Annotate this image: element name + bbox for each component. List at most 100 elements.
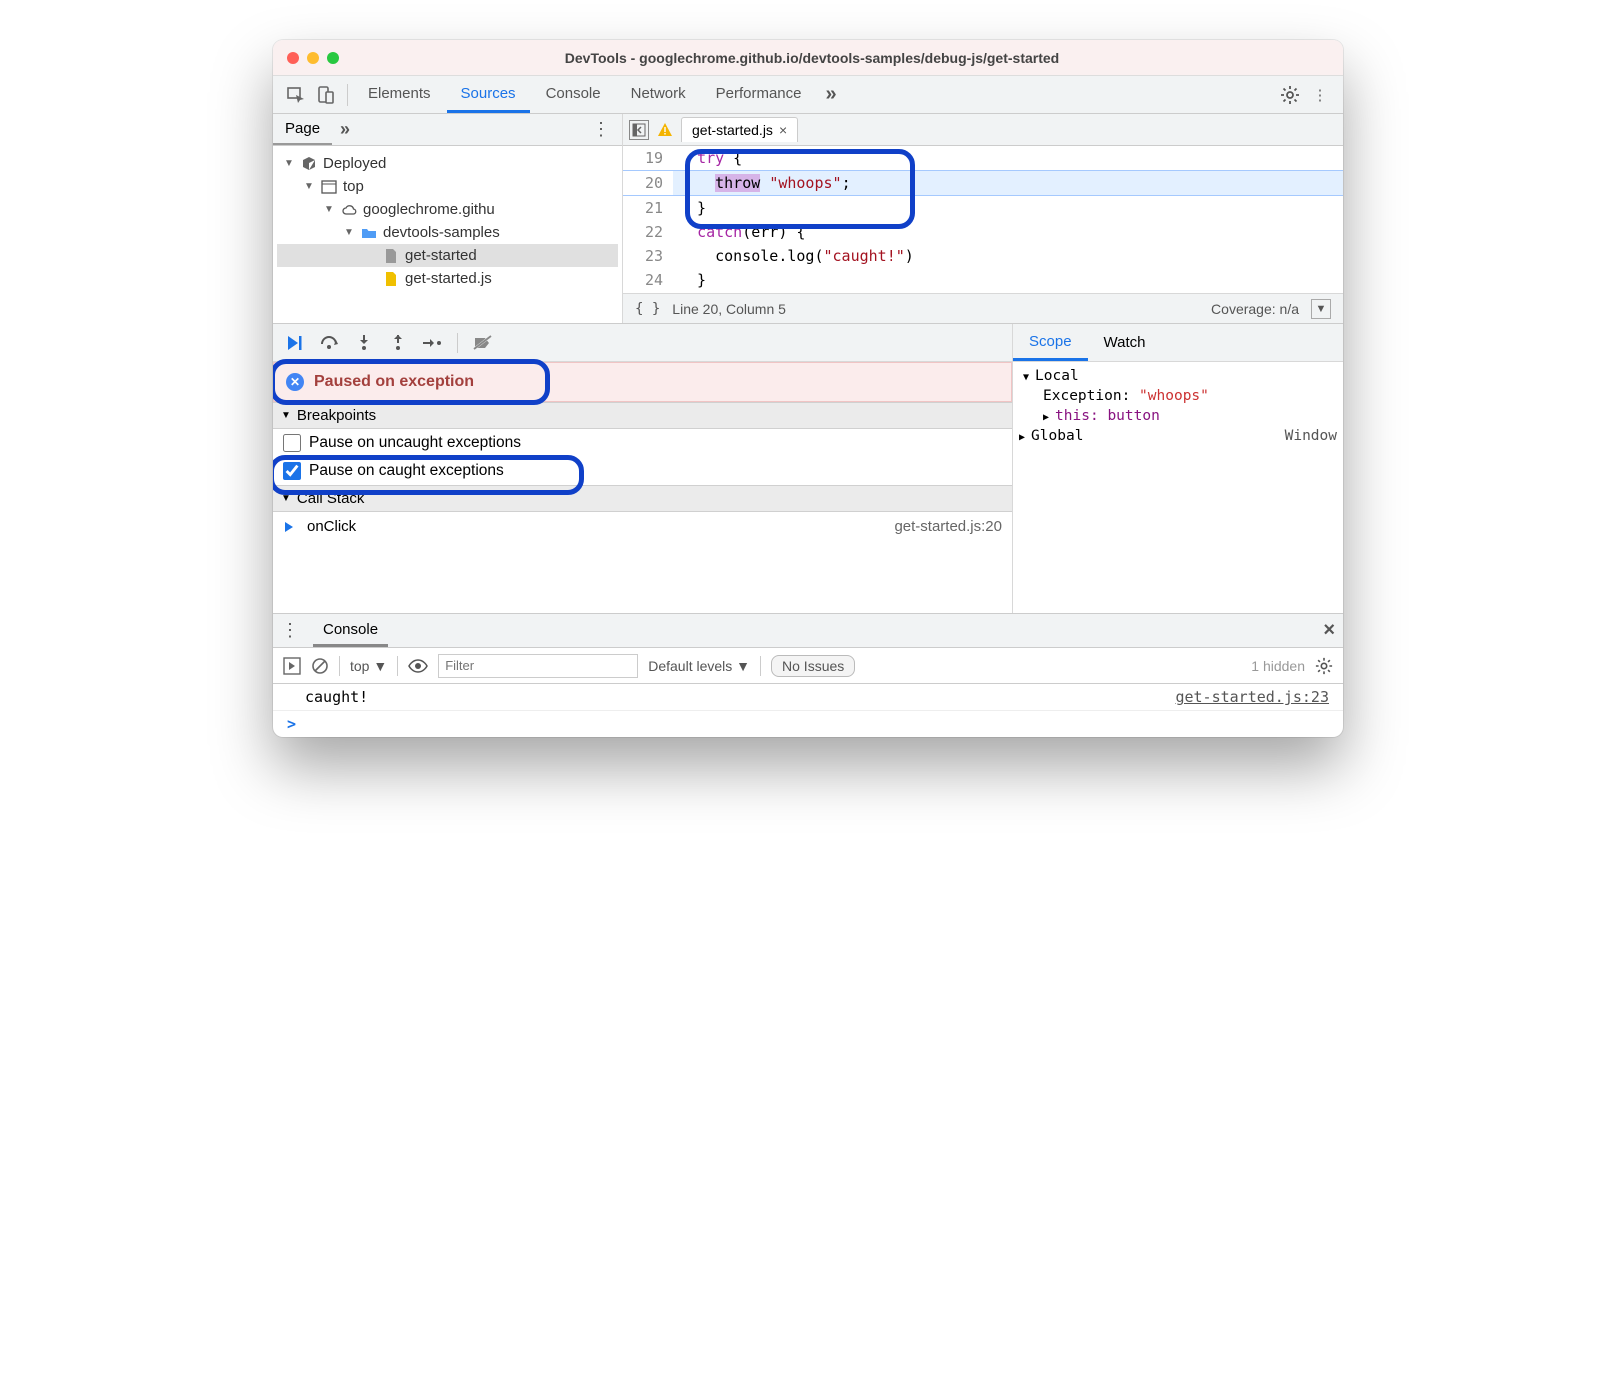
code-line[interactable]: 19 try {	[623, 146, 1343, 170]
cursor-position: Line 20, Column 5	[672, 301, 786, 317]
file-tree: ▼ Deployed ▼ top ▼ googlechrome.githu ▼ …	[273, 146, 622, 323]
minimize-window-icon[interactable]	[307, 52, 319, 64]
tree-item-deployed[interactable]: ▼ Deployed	[277, 152, 618, 175]
tab-scope[interactable]: Scope	[1013, 325, 1088, 361]
pause-reason-text: Paused on exception	[314, 373, 474, 391]
stack-function: onClick	[307, 518, 356, 535]
drawer-close-icon[interactable]: ×	[1323, 619, 1335, 642]
eye-icon[interactable]	[408, 659, 428, 673]
tree-label: top	[343, 178, 364, 195]
tree-label: googlechrome.githu	[363, 201, 495, 218]
inspect-element-icon[interactable]	[281, 80, 311, 110]
code-line[interactable]: 21 }	[623, 196, 1343, 220]
callstack-section-header[interactable]: ▼Call Stack	[273, 485, 1012, 512]
editor-pane: get-started.js × 19 try {20 throw "whoop…	[623, 114, 1343, 323]
tabs-overflow-icon[interactable]: »	[826, 83, 837, 106]
hidden-count[interactable]: 1 hidden	[1251, 658, 1305, 674]
cube-icon	[301, 156, 317, 172]
drawer-tabbar: ⋮ Console ×	[273, 614, 1343, 648]
code-line[interactable]: 23 console.log("caught!")	[623, 244, 1343, 268]
step-out-icon[interactable]	[383, 330, 413, 356]
tree-item-file-js[interactable]: get-started.js	[277, 267, 618, 290]
navigator-overflow-icon[interactable]: »	[340, 119, 350, 140]
status-dropdown-icon[interactable]: ▼	[1311, 299, 1331, 319]
separator	[347, 84, 348, 106]
step-over-icon[interactable]	[315, 330, 345, 356]
breakpoints-section-header[interactable]: ▼Breakpoints	[273, 402, 1012, 429]
tree-item-folder[interactable]: ▼ devtools-samples	[277, 221, 618, 244]
tab-sources[interactable]: Sources	[447, 77, 530, 113]
callstack-item[interactable]: onClick get-started.js:20	[273, 512, 1012, 541]
editor-tabs: get-started.js ×	[623, 114, 1343, 146]
console-prompt[interactable]: >	[273, 711, 1343, 737]
window-icon	[321, 179, 337, 195]
console-settings-gear-icon[interactable]	[1315, 657, 1333, 675]
navigator-pane: Page » ⋮ ▼ Deployed ▼ top ▼ googlechrome…	[273, 114, 623, 323]
step-icon[interactable]	[417, 330, 447, 356]
more-kebab-icon[interactable]: ⋮	[1305, 80, 1335, 110]
drawer-tab-console[interactable]: Console	[313, 615, 388, 647]
close-window-icon[interactable]	[287, 52, 299, 64]
code-editor[interactable]: 19 try {20 throw "whoops";21 }22 catch(e…	[623, 146, 1343, 293]
file-icon	[383, 248, 399, 264]
code-line[interactable]: 20 throw "whoops";	[623, 170, 1343, 196]
stack-location: get-started.js:20	[894, 518, 1002, 535]
window-title: DevTools - googlechrome.github.io/devtoo…	[347, 50, 1277, 66]
code-line[interactable]: 24 }	[623, 268, 1343, 292]
device-toggle-icon[interactable]	[311, 80, 341, 110]
navigator-kebab-icon[interactable]: ⋮	[580, 119, 622, 140]
tree-label: Deployed	[323, 155, 386, 172]
settings-gear-icon[interactable]	[1275, 80, 1305, 110]
folder-icon	[361, 225, 377, 241]
tree-item-top[interactable]: ▼ top	[277, 175, 618, 198]
debug-controls	[273, 324, 1012, 362]
drawer-kebab-icon[interactable]: ⋮	[281, 620, 299, 641]
pause-uncaught-checkbox[interactable]: Pause on uncaught exceptions	[273, 429, 1012, 457]
code-line[interactable]: 22 catch(err) {	[623, 220, 1343, 244]
tab-console[interactable]: Console	[532, 77, 615, 113]
navigator-tab-page[interactable]: Page	[273, 114, 332, 145]
close-tab-icon[interactable]: ×	[779, 122, 787, 138]
scope-local[interactable]: ▼ Local	[1019, 366, 1337, 386]
braces-icon[interactable]: { }	[635, 301, 660, 317]
toggle-navigator-icon[interactable]	[629, 120, 649, 140]
context-selector[interactable]: top ▼	[350, 658, 387, 674]
main-toolbar: Elements Sources Console Network Perform…	[273, 76, 1343, 114]
step-into-icon[interactable]	[349, 330, 379, 356]
resume-icon[interactable]	[281, 330, 311, 356]
file-js-icon	[383, 271, 399, 287]
tab-network[interactable]: Network	[617, 77, 700, 113]
filter-input[interactable]	[438, 654, 638, 678]
breakpoint-checkboxes: Pause on uncaught exceptions Pause on ca…	[273, 429, 1012, 485]
scope-tabs: Scope Watch	[1013, 324, 1343, 362]
tab-elements[interactable]: Elements	[354, 77, 445, 113]
panel-tabs: Elements Sources Console Network Perform…	[354, 77, 816, 113]
levels-dropdown[interactable]: Default levels ▼	[648, 658, 750, 674]
play-square-icon[interactable]	[283, 657, 301, 675]
scope-pane: Scope Watch ▼ Local Exception: "whoops" …	[1013, 324, 1343, 613]
pause-caught-checkbox[interactable]: Pause on caught exceptions	[273, 457, 1012, 485]
code-line[interactable]: 25 updateLabel();	[623, 292, 1343, 293]
editor-file-tab[interactable]: get-started.js ×	[681, 117, 798, 142]
tab-watch[interactable]: Watch	[1088, 326, 1162, 359]
console-toolbar: top ▼ Default levels ▼ No Issues 1 hidde…	[273, 648, 1343, 684]
cloud-icon	[341, 202, 357, 218]
traffic-lights	[287, 52, 339, 64]
tree-label: get-started	[405, 247, 477, 264]
editor-filename: get-started.js	[692, 122, 773, 138]
coverage-label: Coverage: n/a	[1211, 301, 1299, 317]
sources-top-panels: Page » ⋮ ▼ Deployed ▼ top ▼ googlechrome…	[273, 114, 1343, 324]
tree-item-domain[interactable]: ▼ googlechrome.githu	[277, 198, 618, 221]
tab-performance[interactable]: Performance	[702, 77, 816, 113]
maximize-window-icon[interactable]	[327, 52, 339, 64]
scope-this[interactable]: ▶ this: button	[1019, 406, 1337, 426]
tree-item-file-html[interactable]: get-started	[277, 244, 618, 267]
titlebar: DevTools - googlechrome.github.io/devtoo…	[273, 40, 1343, 76]
console-drawer: ⋮ Console × top ▼ Default levels ▼ No Is…	[273, 614, 1343, 737]
log-source-link[interactable]: get-started.js:23	[1175, 688, 1329, 706]
deactivate-breakpoints-icon[interactable]	[468, 330, 498, 356]
scope-global[interactable]: ▶ GlobalWindow	[1019, 426, 1337, 446]
clear-console-icon[interactable]	[311, 657, 329, 675]
warning-icon	[657, 122, 673, 138]
issues-button[interactable]: No Issues	[771, 655, 855, 677]
